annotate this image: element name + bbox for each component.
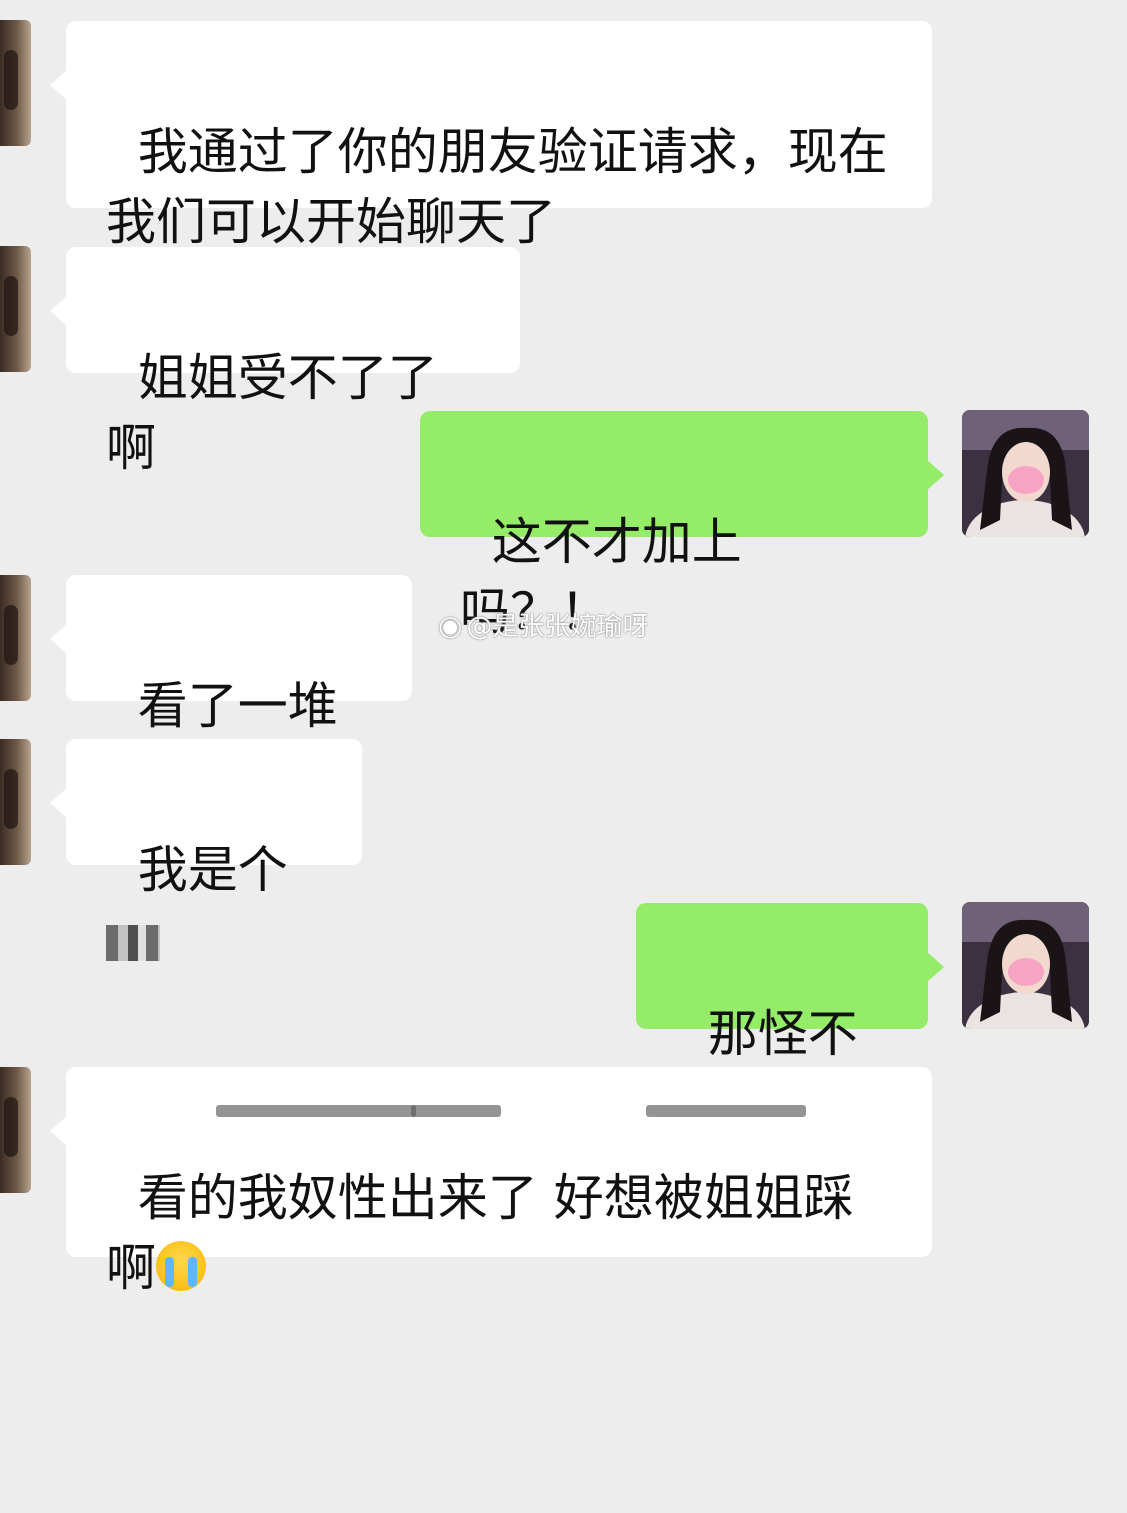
censored-mosaic [106,925,160,961]
censor-scribble [646,1105,806,1117]
message-bubble-outgoing[interactable]: 这不才加上吗？！ [420,411,944,641]
message-text: 我通过了你的朋友验证请求，现在 我们可以开始聊天了 [106,123,888,251]
message-bubble-incoming[interactable]: 我是个 [50,739,362,961]
crying-face-emoji-icon [156,1241,206,1291]
watermark-text: @是张张婉瑜呀 [466,612,649,642]
message-bubble-outgoing[interactable]: 那怪不得 [636,903,944,1133]
avatar-photo [962,902,1089,1029]
user-avatar[interactable] [962,902,1089,1029]
weibo-watermark: ◉ @是张张婉瑜呀 [438,606,648,643]
message-bubble-incoming[interactable]: 姐姐受不了了啊 [50,247,520,477]
message-text: 我是个 [137,841,288,899]
message-bubble-incoming[interactable]: 看的我奴性出来了 好想被姐姐踩 啊 [50,1067,932,1297]
message-text: 姐姐受不了了啊 [106,349,438,477]
message-bubble-incoming[interactable]: 看了一堆了 [50,575,412,805]
user-avatar[interactable] [962,410,1089,537]
message-text: 看的我奴性出来了 好想被姐姐踩 啊 [106,1169,854,1297]
avatar-photo [962,410,1089,537]
weibo-logo-icon: ◉ [438,609,463,642]
contact-avatar[interactable] [0,20,31,146]
censor-scribble [216,1105,416,1117]
message-bubble-incoming[interactable]: 我通过了你的朋友验证请求，现在 我们可以开始聊天了 [50,21,932,251]
contact-avatar[interactable] [0,575,31,701]
contact-avatar[interactable] [0,246,31,372]
censor-scribble [411,1105,501,1117]
contact-avatar[interactable] [0,1067,31,1193]
contact-avatar[interactable] [0,739,31,865]
